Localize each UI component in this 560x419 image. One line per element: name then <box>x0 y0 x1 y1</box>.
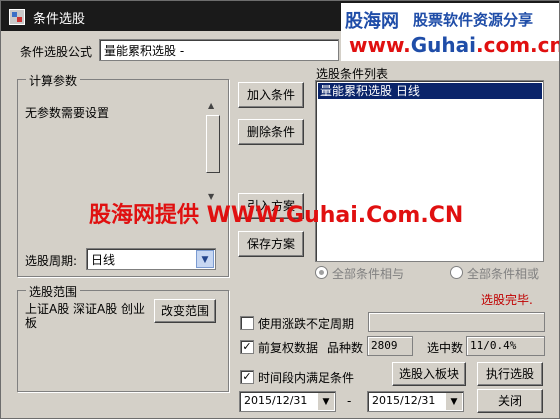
params-title: 计算参数 <box>26 72 81 89</box>
end-date-picker[interactable]: 2015/12/31 ▼ <box>367 391 464 412</box>
params-scrollbar[interactable]: ▲ ▼ <box>206 101 220 201</box>
start-date-value: 2015/12/31 <box>244 394 308 407</box>
formula-label: 条件选股公式 <box>20 45 93 59</box>
params-message: 无参数需要设置 <box>25 106 110 120</box>
period-label: 选股周期: <box>25 254 78 268</box>
range-text: 上证A股 深证A股 创业板 <box>25 302 146 330</box>
selected-value: 11/0.4% <box>470 339 517 352</box>
execute-button[interactable]: 执行选股 <box>477 362 543 386</box>
all-and-label: 全部条件相与 <box>332 267 405 281</box>
date-separator: - <box>347 394 352 408</box>
app-icon <box>9 9 25 25</box>
window-title: 条件选股 <box>33 12 86 27</box>
watermark-url: www.Guhai.com.cn <box>349 33 560 57</box>
watermark-banner: 股海网 股票软件资源分享 www.Guhai.com.cn <box>341 3 559 61</box>
delete-condition-button[interactable]: 删除条件 <box>238 119 304 145</box>
watermark-logo: 股海网 <box>345 11 399 32</box>
all-and-radio[interactable] <box>315 266 328 279</box>
chevron-down-icon[interactable]: ▼ <box>317 393 334 410</box>
count-field: 2809 <box>367 336 413 356</box>
irregular-period-label: 使用涨跌不定周期 <box>258 317 355 331</box>
forward-adjust-label: 前复权数据 <box>258 341 319 355</box>
close-button[interactable]: 关闭 <box>477 389 543 413</box>
selected-label: 选中数 <box>427 341 464 355</box>
watermark-url-prefix: www. <box>349 33 411 57</box>
add-condition-button[interactable]: 加入条件 <box>238 82 304 108</box>
chevron-down-icon[interactable]: ▼ <box>196 250 214 268</box>
count-label: 品种数 <box>327 341 364 355</box>
list-item[interactable]: 量能累积选股 日线 <box>318 83 542 99</box>
select-to-block-button[interactable]: 选股入板块 <box>392 362 466 386</box>
count-value: 2809 <box>371 339 398 352</box>
condition-list[interactable]: 量能累积选股 日线 <box>315 80 544 262</box>
period-satisfy-label: 时间段内满足条件 <box>258 371 355 385</box>
period-satisfy-checkbox[interactable]: ✓ <box>240 370 254 384</box>
irregular-period-field[interactable] <box>368 312 545 332</box>
irregular-period-checkbox[interactable] <box>240 316 254 330</box>
save-scheme-button[interactable]: 保存方案 <box>238 231 304 257</box>
all-or-label: 全部条件相或 <box>467 267 540 281</box>
end-date-value: 2015/12/31 <box>372 394 436 407</box>
range-title: 选股范围 <box>26 283 81 300</box>
watermark-overlay: 股海网提供 WWW.Guhai.Com.CN <box>89 203 464 228</box>
start-date-picker[interactable]: 2015/12/31 ▼ <box>239 391 336 412</box>
period-select[interactable]: 日线 ▼ <box>86 248 216 270</box>
scroll-thumb[interactable] <box>206 115 220 173</box>
watermark-slogan: 股票软件资源分享 <box>413 11 534 29</box>
all-or-radio[interactable] <box>450 266 463 279</box>
period-value: 日线 <box>91 253 116 267</box>
condition-selection-dialog: 条件选股 x 股海网 股票软件资源分享 www.Guhai.com.cn 条件选… <box>0 0 560 419</box>
selected-field: 11/0.4% <box>466 336 545 356</box>
forward-adjust-checkbox[interactable]: ✓ <box>240 340 254 354</box>
scroll-up-icon[interactable]: ▲ <box>208 101 214 110</box>
status-text: 选股完毕. <box>481 293 533 307</box>
formula-value: 量能累积选股 - <box>104 44 185 58</box>
watermark-url-suffix: .com.cn <box>476 33 560 57</box>
chevron-down-icon[interactable]: ▼ <box>445 393 462 410</box>
formula-select[interactable]: 量能累积选股 - <box>99 39 339 61</box>
change-range-button[interactable]: 改变范围 <box>154 299 216 323</box>
watermark-url-main: Guhai <box>410 33 476 57</box>
